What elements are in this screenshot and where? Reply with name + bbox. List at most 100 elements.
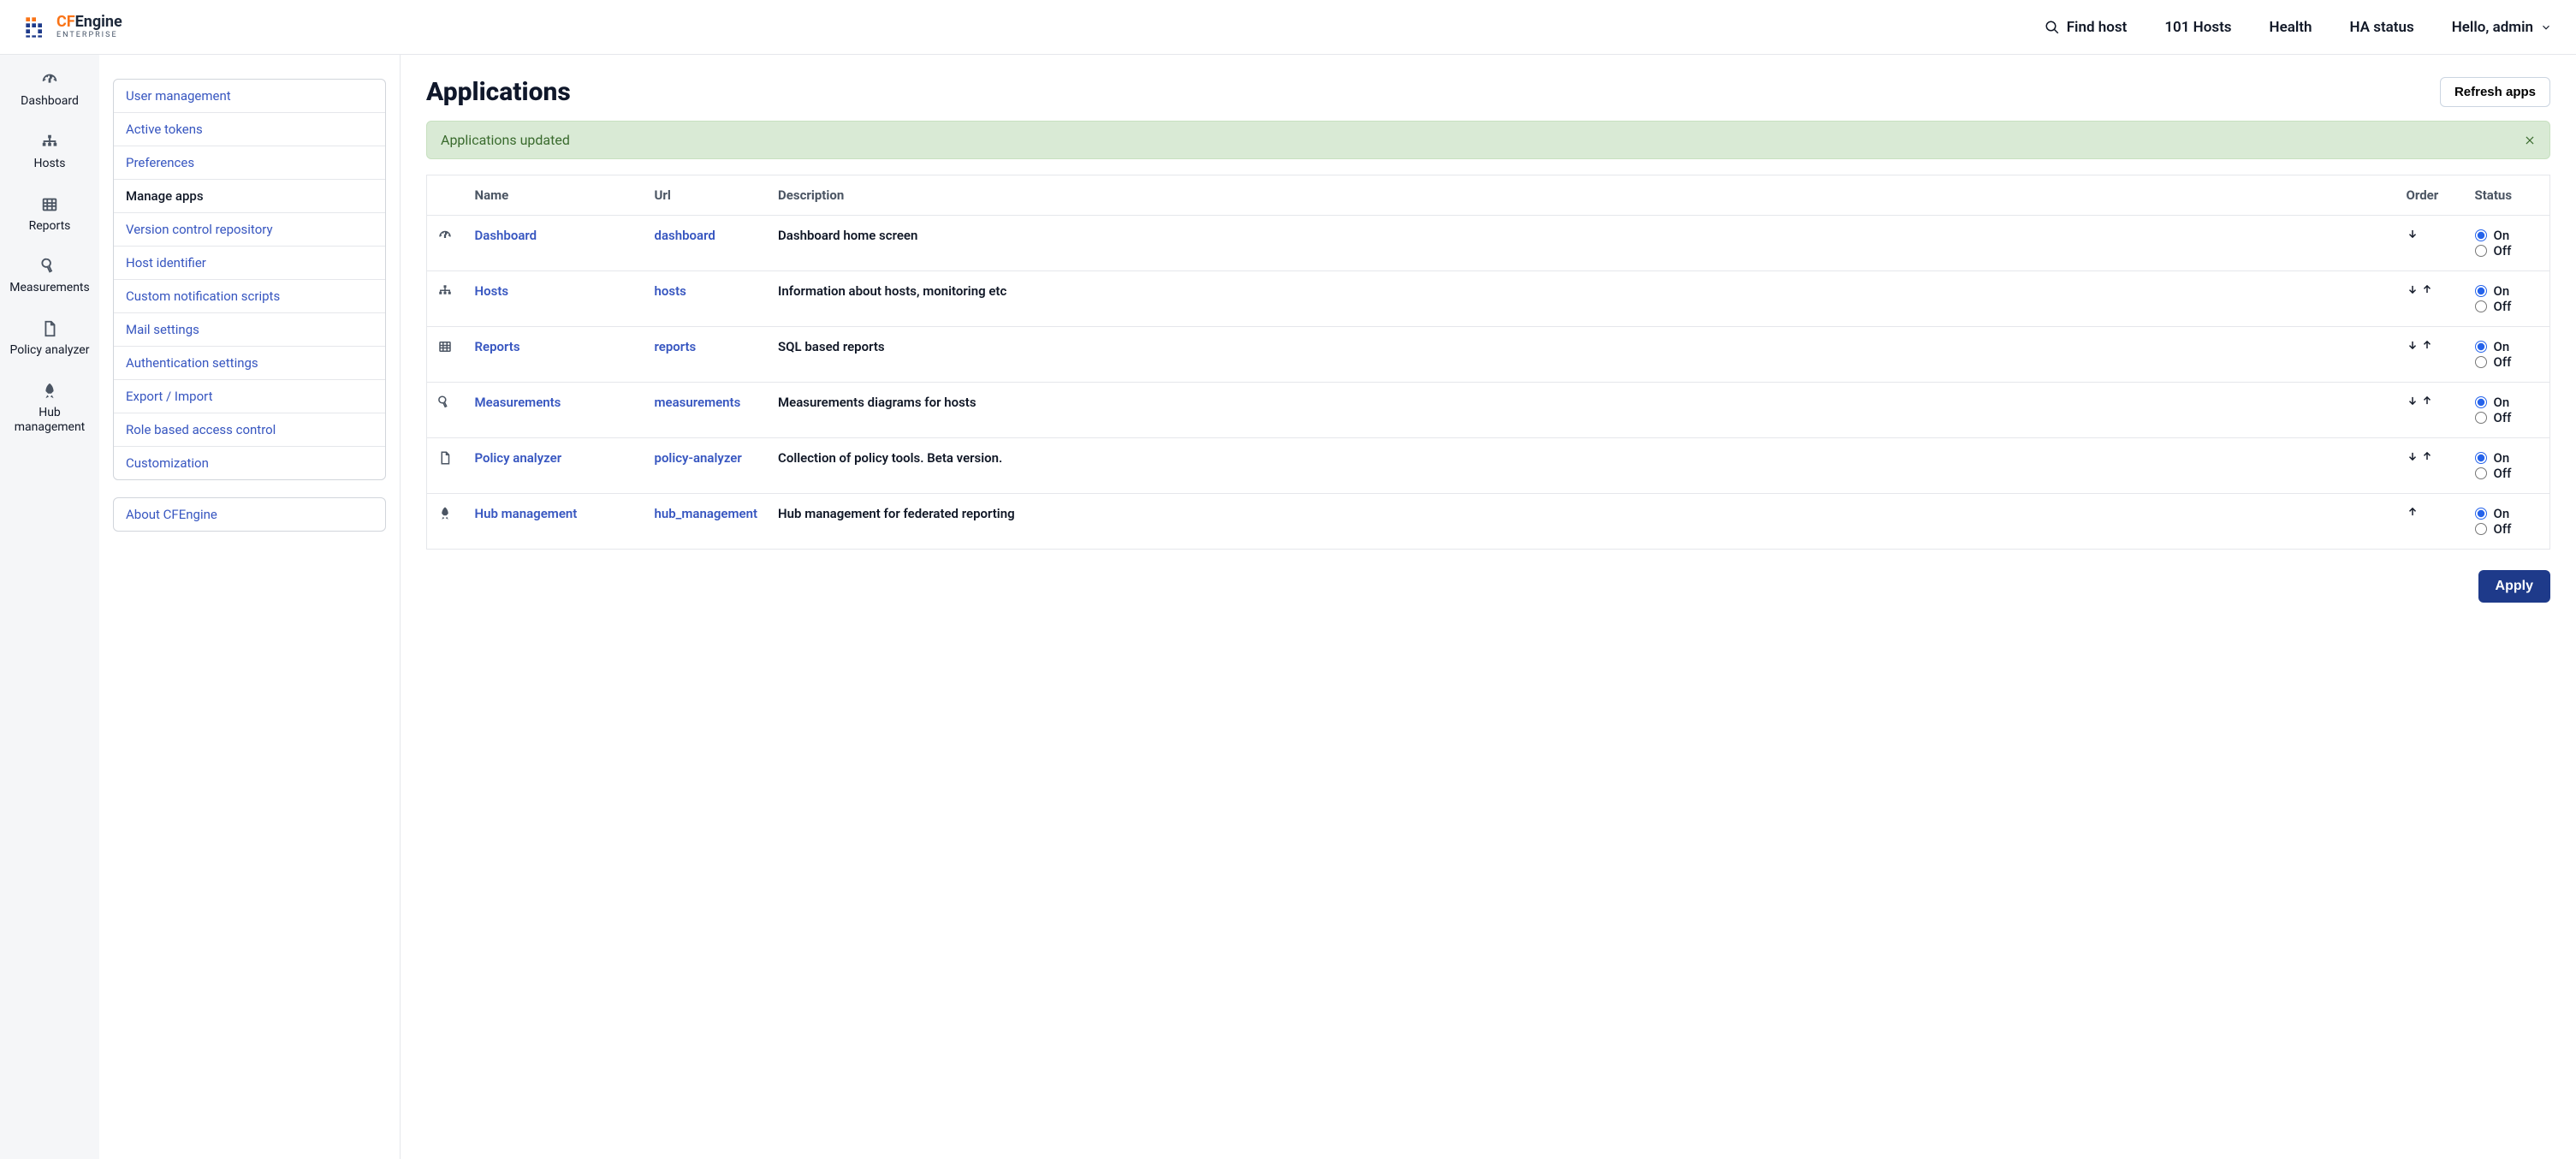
page-title: Applications [426,77,571,107]
status-off[interactable]: Off [2475,243,2540,259]
app-description: Information about hosts, monitoring etc [768,271,2395,327]
primary-nav: Dashboard Hosts Reports Measurements Policy … [0,55,99,1159]
status-off[interactable]: Off [2475,410,2540,425]
rocket-icon [40,382,59,401]
status-on[interactable]: On [2475,395,2540,410]
app-url-link[interactable]: hosts [655,283,686,299]
app-name-link[interactable]: Dashboard [475,228,537,243]
user-menu[interactable]: Hello, admin [2452,19,2552,36]
topbar: CFEngine ENTERPRISE Find host 101 Hosts … [0,0,2576,55]
dashboard-icon [40,70,59,89]
app-name-link[interactable]: Hosts [475,283,509,299]
app-name-link[interactable]: Measurements [475,395,561,410]
app-description: Dashboard home screen [768,216,2395,271]
nav-label: Measurements [9,281,89,295]
nav-hub-management[interactable]: Hub management [7,382,92,435]
arrow-down-icon[interactable] [2407,395,2419,407]
status-on[interactable]: On [2475,228,2540,243]
nav-label: Policy analyzer [10,343,90,358]
arrow-up-icon[interactable] [2421,395,2433,407]
table-row: Reports reports SQL based reports On Off [427,327,2550,383]
nav-label: Hub management [7,406,92,435]
ha-status-link[interactable]: HA status [2349,19,2413,36]
applications-table: Name Url Description Order Status Dashbo… [426,175,2550,550]
status-on[interactable]: On [2475,450,2540,466]
nav-reports[interactable]: Reports [29,195,71,234]
app-url-link[interactable]: dashboard [655,228,715,243]
user-greeting: Hello, admin [2452,19,2533,36]
about-cfengine-link[interactable]: About CFEngine [114,498,385,531]
settings-item-manage-apps[interactable]: Manage apps [114,179,385,212]
status-on[interactable]: On [2475,339,2540,354]
close-icon[interactable] [2524,134,2536,146]
status-on[interactable]: On [2475,506,2540,521]
settings-item-active-tokens[interactable]: Active tokens [114,112,385,146]
app-name-link[interactable]: Policy analyzer [475,450,562,466]
nav-measurements[interactable]: Measurements [9,257,89,295]
table-row: Hosts hosts Information about hosts, mon… [427,271,2550,327]
brand-subtitle: ENTERPRISE [56,32,122,39]
brand-name: CFEngine [56,15,122,30]
settings-item-preferences[interactable]: Preferences [114,146,385,179]
nav-hosts[interactable]: Hosts [33,133,65,171]
find-host-link[interactable]: Find host [2045,19,2128,36]
arrow-down-icon[interactable] [2407,283,2419,295]
app-description: Hub management for federated reporting [768,494,2395,550]
settings-item-version-control-repository[interactable]: Version control repository [114,212,385,246]
table-row: Hub management hub_management Hub manage… [427,494,2550,550]
reports-icon [40,195,59,214]
table-row: Policy analyzer policy-analyzer Collecti… [427,438,2550,494]
col-status: Status [2465,175,2550,216]
hosts-count-link[interactable]: 101 Hosts [2164,19,2231,36]
health-link[interactable]: Health [2270,19,2312,36]
settings-item-host-identifier[interactable]: Host identifier [114,246,385,279]
app-description: Collection of policy tools. Beta version… [768,438,2395,494]
file-icon [40,319,59,338]
app-name-link[interactable]: Reports [475,339,520,354]
table-row: Measurements measurements Measurements d… [427,383,2550,438]
arrow-up-icon[interactable] [2407,506,2419,518]
col-description: Description [768,175,2395,216]
status-off[interactable]: Off [2475,299,2540,314]
hosts-icon [437,283,453,299]
arrow-up-icon[interactable] [2421,450,2433,462]
arrow-down-icon[interactable] [2407,228,2419,240]
settings-item-authentication-settings[interactable]: Authentication settings [114,346,385,379]
app-name-link[interactable]: Hub management [475,506,578,521]
logo[interactable]: CFEngine ENTERPRISE [24,15,122,39]
file-icon [437,450,453,466]
col-order: Order [2396,175,2465,216]
settings-item-role-based-access-control[interactable]: Role based access control [114,413,385,446]
settings-item-customization[interactable]: Customization [114,446,385,479]
app-description: Measurements diagrams for hosts [768,383,2395,438]
app-url-link[interactable]: hub_management [655,506,758,521]
measure-icon [40,257,59,276]
top-nav: Find host 101 Hosts Health HA status Hel… [2045,19,2552,36]
settings-item-user-management[interactable]: User management [114,80,385,112]
app-description: SQL based reports [768,327,2395,383]
app-url-link[interactable]: reports [655,339,697,354]
nav-policy-analyzer[interactable]: Policy analyzer [10,319,90,358]
search-icon [2045,20,2060,35]
nav-dashboard[interactable]: Dashboard [21,70,79,109]
apply-button[interactable]: Apply [2478,570,2550,603]
status-off[interactable]: Off [2475,354,2540,370]
arrow-down-icon[interactable] [2407,339,2419,351]
refresh-apps-button[interactable]: Refresh apps [2440,77,2550,107]
status-off[interactable]: Off [2475,466,2540,481]
status-off[interactable]: Off [2475,521,2540,537]
settings-panel: User managementActive tokensPreferencesM… [99,55,401,1159]
nav-label: Dashboard [21,94,79,109]
alert-message: Applications updated [441,132,570,148]
arrow-up-icon[interactable] [2421,283,2433,295]
settings-item-custom-notification-scripts[interactable]: Custom notification scripts [114,279,385,312]
settings-item-export-import[interactable]: Export / Import [114,379,385,413]
dashboard-icon [437,228,453,243]
table-row: Dashboard dashboard Dashboard home scree… [427,216,2550,271]
settings-item-mail-settings[interactable]: Mail settings [114,312,385,346]
arrow-up-icon[interactable] [2421,339,2433,351]
status-on[interactable]: On [2475,283,2540,299]
app-url-link[interactable]: policy-analyzer [655,450,742,466]
arrow-down-icon[interactable] [2407,450,2419,462]
app-url-link[interactable]: measurements [655,395,741,410]
